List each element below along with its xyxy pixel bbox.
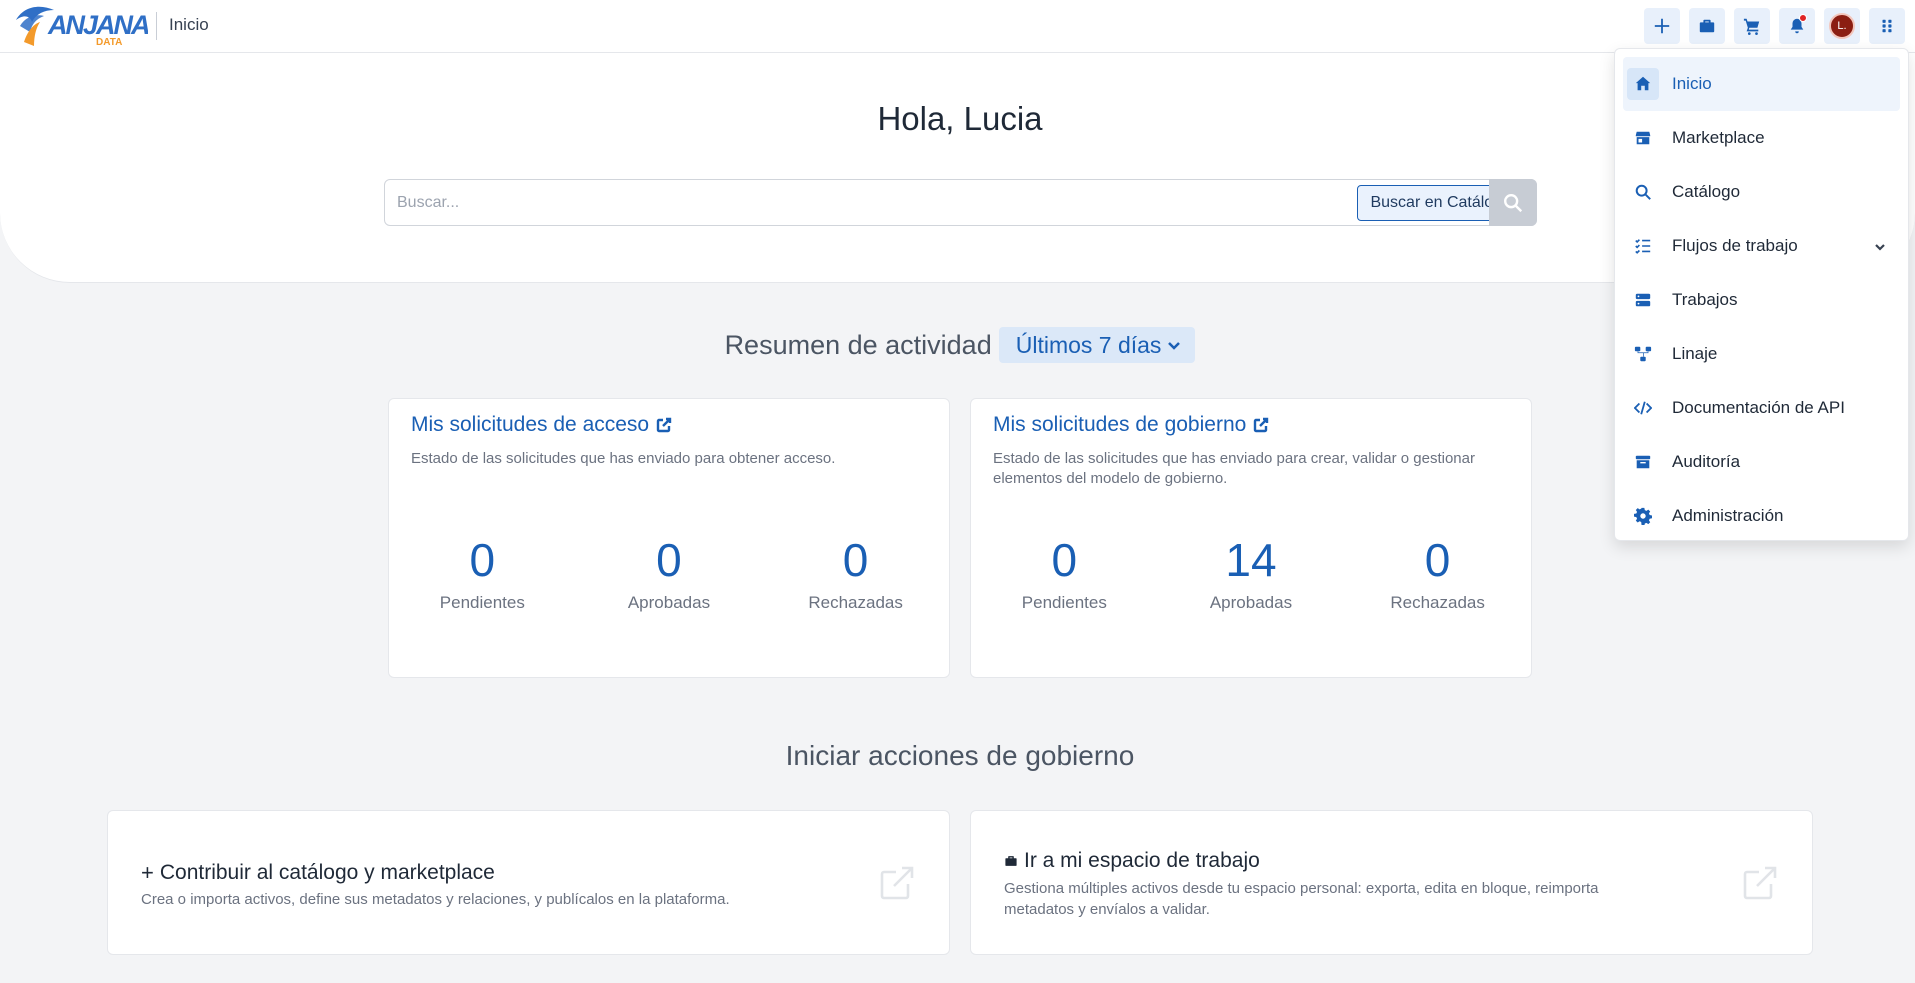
access-requests-stats: 0 Pendientes 0 Aprobadas 0 Rechazadas	[389, 535, 949, 613]
governance-requests-stats: 0 Pendientes 14 Aprobadas 0 Rechazadas	[971, 535, 1531, 613]
stat-label: Aprobadas	[1209, 593, 1293, 612]
activity-title: Resumen de actividad	[724, 329, 992, 360]
external-link-icon	[878, 864, 916, 902]
stat-value: 14	[1225, 534, 1277, 586]
workspace-title-text: Ir a mi espacio de trabajo	[1024, 849, 1260, 872]
actions-heading: Iniciar acciones de gobierno	[785, 740, 1135, 771]
workspace-title: Ir a mi espacio de trabajo	[1004, 849, 1260, 873]
stat-label: Pendientes	[439, 593, 525, 612]
access-requests-card: Mis solicitudes de acceso Estado de las …	[388, 398, 950, 678]
stat-value: 0	[469, 534, 496, 586]
period-label: Últimos 7 días	[1015, 331, 1162, 358]
menu-item-marketplace[interactable]: Marketplace	[1623, 111, 1900, 165]
notification-dot	[1799, 14, 1807, 22]
stat-pending[interactable]: 0 Pendientes	[971, 535, 1158, 613]
user-menu-button[interactable]: L.	[1824, 8, 1860, 44]
search-icon	[1627, 176, 1659, 208]
stat-label: Rechazadas	[1390, 593, 1485, 612]
briefcase-icon	[1699, 19, 1715, 33]
chevron-down-icon	[1874, 240, 1886, 252]
breadcrumb: Inicio	[169, 15, 209, 34]
plus-icon	[1654, 18, 1670, 34]
menu-item-auditoria[interactable]: Auditoría	[1623, 435, 1900, 489]
workspace-description: Gestiona múltiples activos desde tu espa…	[1004, 880, 1599, 918]
menu-label: Linaje	[1672, 344, 1718, 363]
menu-item-inicio[interactable]: Inicio	[1623, 57, 1900, 111]
briefcase-icon	[1005, 856, 1017, 866]
logo-divider	[156, 12, 157, 40]
top-actions: L.	[1644, 8, 1905, 44]
menu-label: Administración	[1672, 506, 1784, 525]
create-button[interactable]	[1644, 8, 1680, 44]
stat-rejected[interactable]: 0 Rechazadas	[762, 535, 949, 613]
workspace-button[interactable]	[1689, 8, 1725, 44]
search-bar: Buscar en Catálogo	[384, 179, 1537, 226]
contribute-title-text: Contribuir al catálogo y marketplace	[159, 861, 495, 884]
lineage-icon	[1627, 338, 1659, 370]
contribute-description: Crea o importa activos, define sus metad…	[141, 891, 730, 908]
stat-label: Pendientes	[1021, 593, 1107, 612]
menu-item-documentacion-api[interactable]: Documentación de API	[1623, 381, 1900, 435]
governance-requests-card: Mis solicitudes de gobierno Estado de la…	[970, 398, 1532, 678]
menu-label: Auditoría	[1672, 452, 1741, 471]
external-link-icon	[1254, 417, 1269, 433]
menu-item-trabajos[interactable]: Trabajos	[1623, 273, 1900, 327]
contribute-title: + Contribuir al catálogo y marketplace	[141, 860, 495, 886]
menu-item-flujos-de-trabajo[interactable]: Flujos de trabajo	[1623, 219, 1900, 273]
menu-label: Marketplace	[1672, 128, 1765, 147]
menu-item-administracion[interactable]: Administración	[1623, 489, 1900, 543]
home-icon	[1627, 68, 1659, 100]
top-bar: ANJANA DATA Inicio L.	[0, 0, 1915, 53]
access-requests-title: Mis solicitudes de acceso	[411, 413, 650, 436]
apps-button[interactable]	[1869, 8, 1905, 44]
archive-icon	[1627, 446, 1659, 478]
list-check-icon	[1627, 230, 1659, 262]
menu-item-linaje[interactable]: Linaje	[1623, 327, 1900, 381]
stat-value: 0	[656, 534, 682, 586]
menu-label: Documentación de API	[1672, 398, 1845, 417]
chevron-down-icon	[1168, 342, 1181, 350]
search-input[interactable]	[385, 180, 1358, 225]
search-submit-button[interactable]	[1489, 179, 1537, 226]
menu-label: Catálogo	[1672, 182, 1741, 201]
menu-label: Inicio	[1672, 74, 1712, 93]
stat-label: Rechazadas	[808, 593, 903, 612]
governance-requests-title: Mis solicitudes de gobierno	[993, 413, 1247, 436]
stat-pending[interactable]: 0 Pendientes	[389, 535, 576, 613]
cart-button[interactable]	[1734, 8, 1770, 44]
app-menu: Inicio Marketplace Catálogo Flujos de tr…	[1614, 48, 1909, 541]
plus-icon: +	[141, 860, 154, 885]
contribute-card[interactable]: + Contribuir al catálogo y marketplace C…	[107, 810, 950, 955]
menu-item-catalogo[interactable]: Catálogo	[1623, 165, 1900, 219]
period-select[interactable]: Últimos 7 días	[998, 327, 1196, 363]
stat-rejected[interactable]: 0 Rechazadas	[1344, 535, 1531, 613]
search-icon	[1504, 193, 1523, 212]
stat-value: 0	[842, 534, 869, 586]
avatar: L.	[1829, 13, 1855, 39]
stat-value: 0	[1424, 534, 1451, 586]
workspace-card[interactable]: Ir a mi espacio de trabajo Gestiona múlt…	[970, 810, 1813, 955]
code-icon	[1627, 392, 1659, 424]
external-link-icon	[1741, 864, 1779, 902]
brand-name: ANJANA	[47, 10, 148, 40]
access-requests-link[interactable]: Mis solicitudes de acceso	[411, 413, 672, 437]
server-icon	[1627, 284, 1659, 316]
brand-sub: DATA	[96, 37, 122, 48]
governance-requests-link[interactable]: Mis solicitudes de gobierno	[993, 413, 1269, 437]
store-icon	[1627, 122, 1659, 154]
access-requests-description: Estado de las solicitudes que has enviad…	[411, 450, 836, 467]
menu-label: Flujos de trabajo	[1672, 236, 1798, 255]
cart-icon	[1743, 18, 1760, 35]
governance-requests-description: Estado de las solicitudes que has enviad…	[993, 450, 1475, 487]
notifications-button[interactable]	[1779, 8, 1815, 44]
stat-approved[interactable]: 0 Aprobadas	[576, 535, 763, 613]
gear-icon	[1627, 500, 1659, 532]
menu-label: Trabajos	[1672, 290, 1738, 309]
anjana-logo[interactable]: ANJANA DATA	[14, 2, 148, 48]
stat-value: 0	[1051, 534, 1078, 586]
external-link-icon	[656, 417, 672, 433]
stat-label: Aprobadas	[627, 593, 711, 612]
grid-dots-icon	[1882, 19, 1892, 33]
stat-approved[interactable]: 14 Aprobadas	[1158, 535, 1345, 613]
